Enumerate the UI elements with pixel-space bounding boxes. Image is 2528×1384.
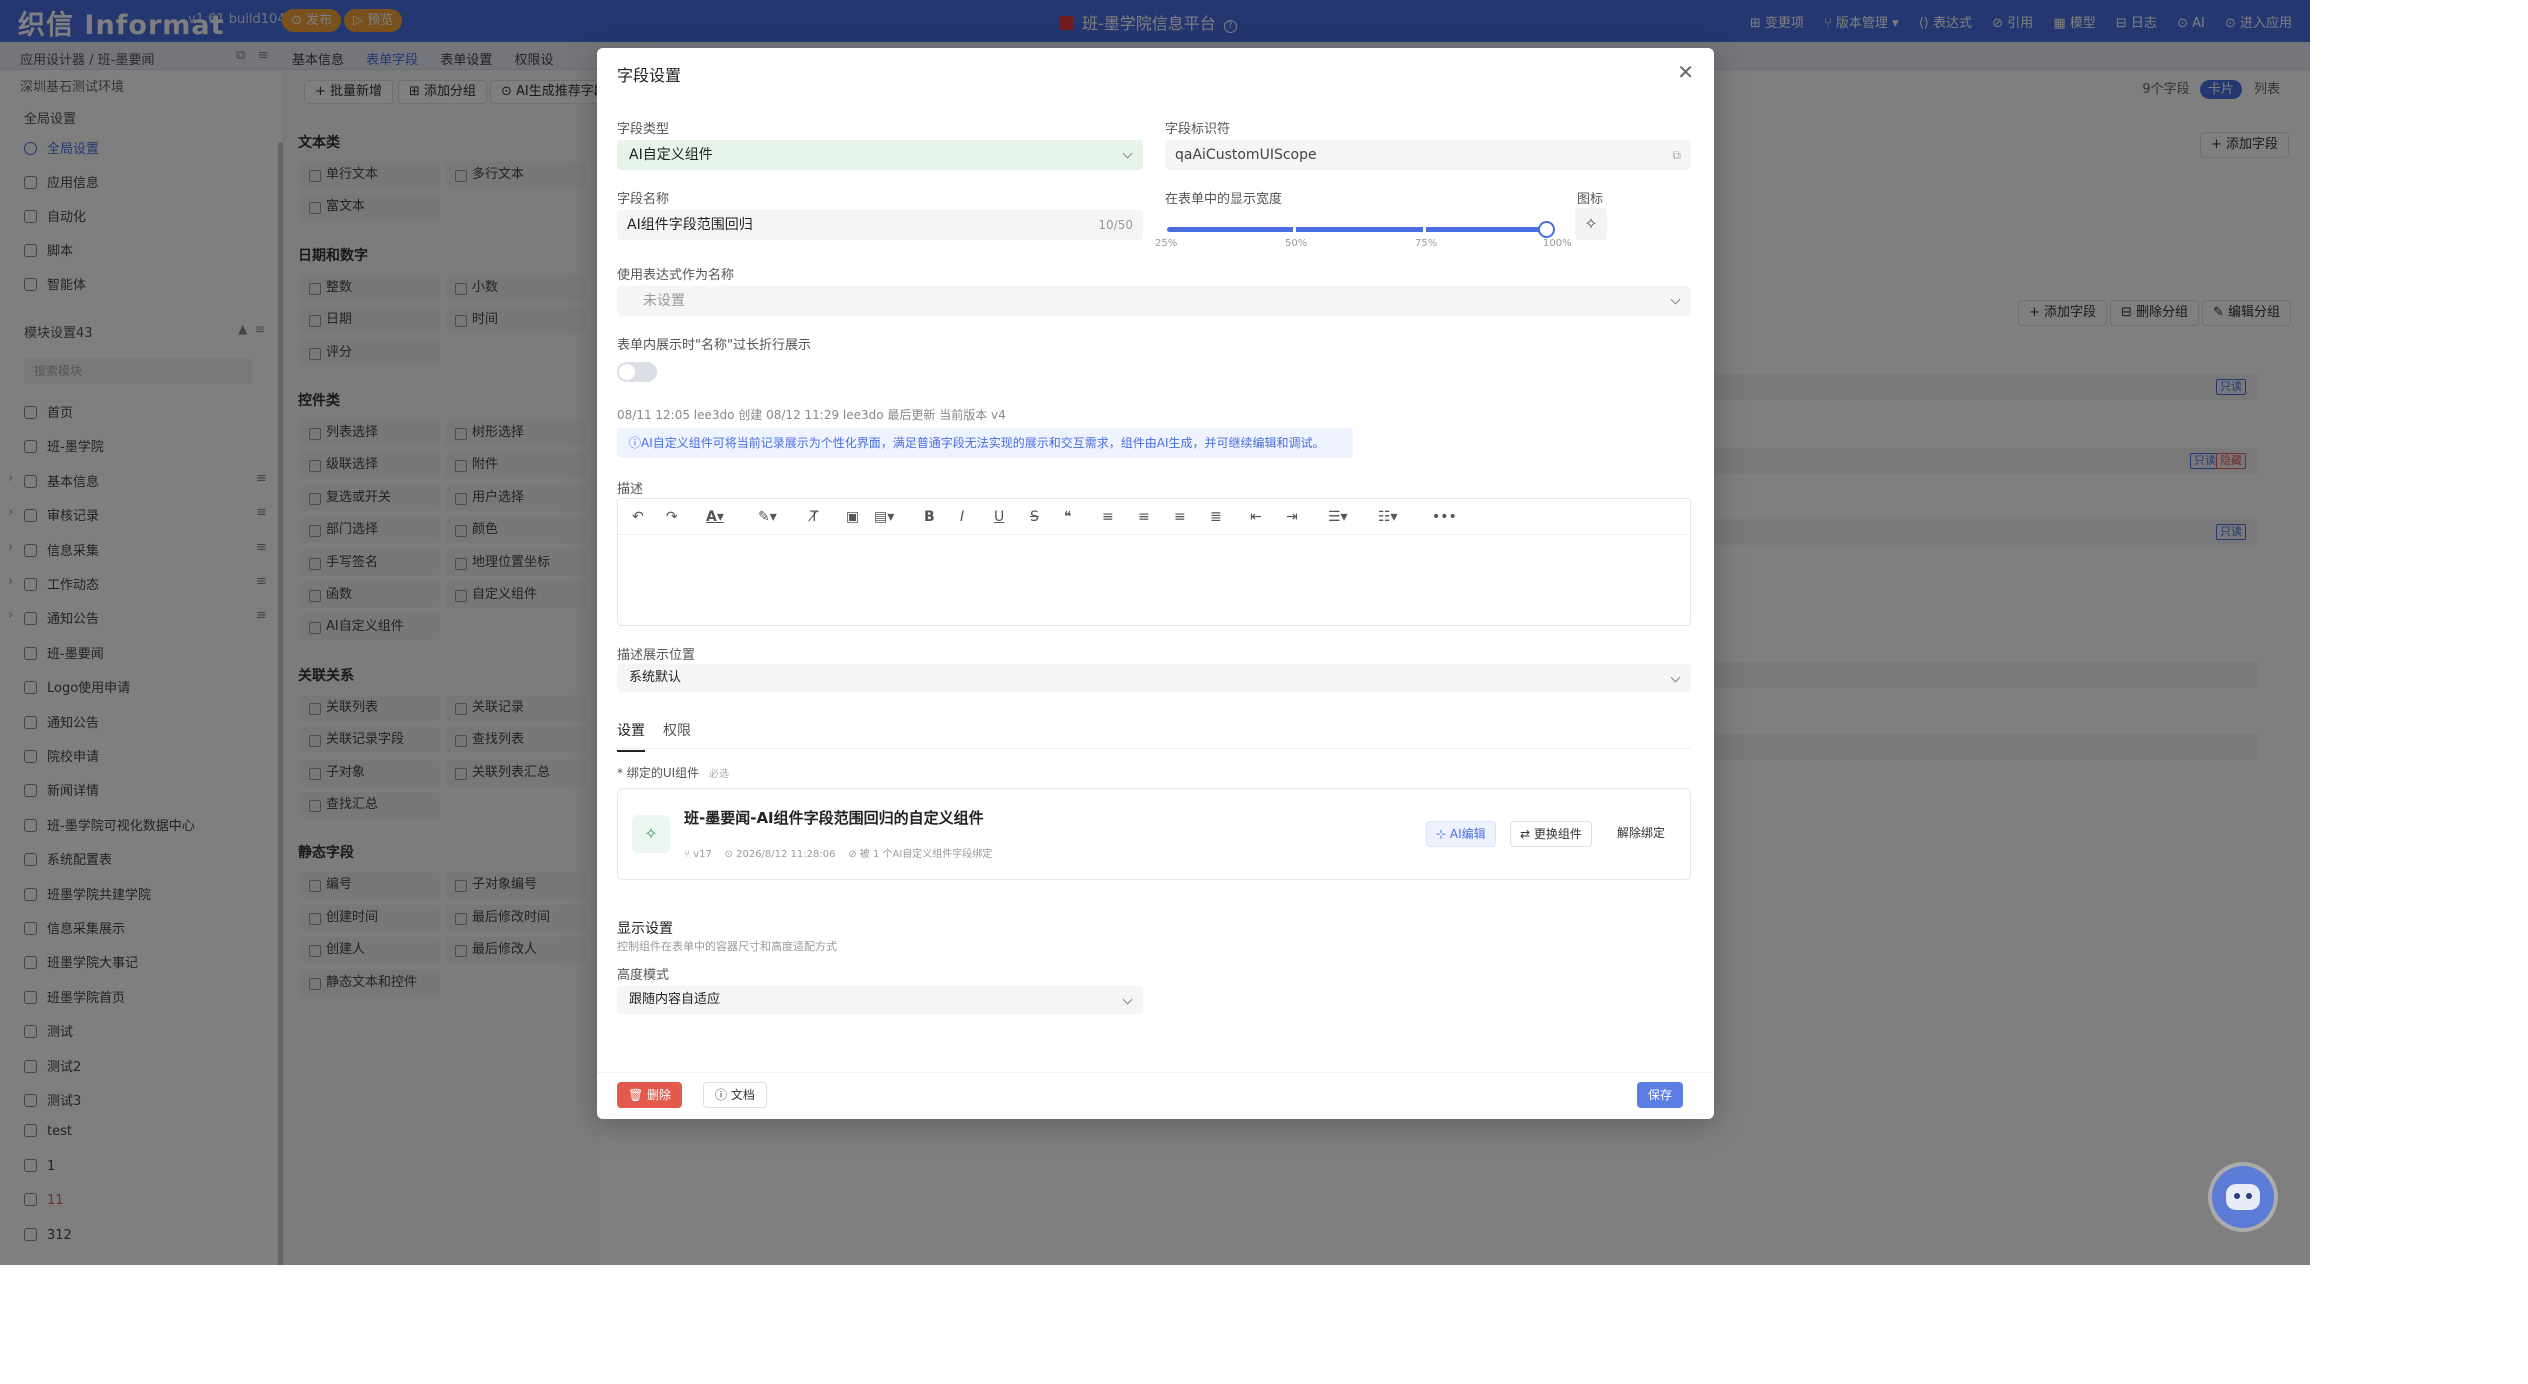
replace-component-button[interactable]: ⇄ 更换组件 bbox=[1510, 821, 1592, 847]
description-position-select[interactable]: 系统默认 bbox=[617, 664, 1691, 692]
clear-format-icon[interactable]: T̸ bbox=[810, 509, 819, 525]
field-name-label: 字段名称 bbox=[617, 192, 670, 207]
field-type-select[interactable]: AI自定义组件 bbox=[617, 140, 1143, 170]
outdent-icon[interactable]: ⇤ bbox=[1250, 509, 1262, 525]
indent-icon[interactable]: ⇥ bbox=[1286, 509, 1298, 525]
field-id-input[interactable]: qaAiCustomUIScope ⧉ bbox=[1165, 140, 1691, 170]
chevron-down-icon bbox=[1670, 294, 1681, 305]
bound-component-card: ✧ 班-墨要闻-AI组件字段范围回归的自定义组件 ⑂ v17 ⊙ 2026/8/… bbox=[617, 788, 1691, 880]
tab-permission[interactable]: 权限 bbox=[663, 720, 691, 750]
field-name-counter: 10/50 bbox=[1098, 218, 1133, 232]
field-type-value: AI自定义组件 bbox=[629, 147, 713, 163]
component-time: ⊙ 2026/8/12 11:28:06 bbox=[724, 849, 836, 860]
undo-icon[interactable]: ↶ bbox=[632, 509, 644, 525]
description-editor[interactable]: ↶ ↷ A▾ ✎▾ T̸ ▣ ▤▾ B I U S ❝ ≡ ≡ ≡ ≣ ⇤ ⇥ … bbox=[617, 498, 1691, 626]
field-name-input[interactable]: AI组件字段范围回归 10/50 bbox=[617, 210, 1143, 240]
field-id-label: 字段标识符 bbox=[1165, 122, 1231, 137]
slider-stop bbox=[1423, 225, 1426, 234]
assistant-robot-button[interactable] bbox=[2212, 1166, 2274, 1228]
width-mark-75: 75% bbox=[1415, 238, 1438, 249]
expression-value: 未设置 bbox=[643, 293, 685, 309]
component-meta: ⑂ v17 ⊙ 2026/8/12 11:28:06 ⊘ 被 1 个AI自定义组… bbox=[684, 845, 992, 860]
more-icon[interactable]: ••• bbox=[1432, 509, 1457, 525]
field-settings-dialog: 字段设置 ✕ 字段类型 AI自定义组件 字段标识符 qaAiCustomUISc… bbox=[597, 48, 1714, 1119]
sparkle-icon[interactable]: ✧ bbox=[1575, 208, 1607, 240]
chevron-down-icon bbox=[1122, 148, 1133, 159]
align-center-icon[interactable]: ≡ bbox=[1138, 509, 1150, 525]
justify-icon[interactable]: ≣ bbox=[1210, 509, 1222, 525]
expression-name-select[interactable]: 未设置 bbox=[617, 286, 1691, 316]
display-settings-subtitle: 控制组件在表单中的容器尺寸和高度适配方式 bbox=[617, 940, 837, 953]
unbind-button[interactable]: 解除绑定 bbox=[1608, 821, 1674, 847]
image-icon[interactable]: ▣ bbox=[846, 509, 859, 525]
width-slider-handle[interactable] bbox=[1538, 221, 1555, 238]
wrap-name-toggle[interactable] bbox=[617, 362, 657, 382]
save-button[interactable]: 保存 bbox=[1637, 1082, 1684, 1108]
display-settings-title: 显示设置 bbox=[617, 921, 673, 937]
icon-label: 图标 bbox=[1577, 192, 1604, 207]
strikethrough-icon[interactable]: S bbox=[1030, 509, 1039, 525]
delete-button[interactable]: 🗑 删除 bbox=[617, 1082, 683, 1108]
required-hint: 必选 bbox=[708, 769, 729, 780]
description-position-label: 描述展示位置 bbox=[617, 648, 696, 663]
chevron-down-icon bbox=[1122, 994, 1133, 1005]
field-id-value: qaAiCustomUIScope bbox=[1175, 147, 1317, 163]
field-name-value: AI组件字段范围回归 bbox=[627, 217, 753, 233]
ai-edit-button[interactable]: ⊹ AI编辑 bbox=[1426, 821, 1496, 847]
dialog-title: 字段设置 bbox=[617, 66, 682, 85]
wrap-name-label: 表单内展示时"名称"过长折行展示 bbox=[617, 338, 811, 353]
width-slider-fill bbox=[1167, 227, 1546, 232]
italic-icon[interactable]: I bbox=[960, 509, 964, 525]
footer-divider bbox=[597, 1072, 1714, 1073]
height-mode-value: 跟随内容自适应 bbox=[629, 992, 721, 1007]
quote-icon[interactable]: ❝ bbox=[1064, 509, 1072, 525]
align-left-icon[interactable]: ≡ bbox=[1102, 509, 1114, 525]
component-version: ⑂ v17 bbox=[684, 849, 712, 860]
tab-divider bbox=[617, 748, 1691, 749]
bold-icon[interactable]: B bbox=[924, 509, 935, 525]
bind-component-label-text: * 绑定的UI组件 bbox=[617, 766, 700, 780]
font-color-icon[interactable]: A▾ bbox=[706, 509, 724, 525]
description-label: 描述 bbox=[617, 482, 644, 497]
numbered-list-icon[interactable]: ☷▾ bbox=[1378, 509, 1398, 525]
table-icon[interactable]: ▤▾ bbox=[874, 509, 894, 525]
close-icon[interactable]: ✕ bbox=[1677, 60, 1694, 84]
copy-icon[interactable]: ⧉ bbox=[1672, 140, 1681, 170]
expression-name-label: 使用表达式作为名称 bbox=[617, 268, 735, 283]
chevron-down-icon bbox=[1670, 672, 1681, 683]
bind-component-label: * 绑定的UI组件 必选 bbox=[617, 764, 729, 781]
version-meta: 08/11 12:05 lee3do 创建 08/12 11:29 lee3do… bbox=[617, 408, 1006, 422]
width-slider[interactable] bbox=[1167, 221, 1555, 238]
height-mode-select[interactable]: 跟随内容自适应 bbox=[617, 986, 1143, 1014]
width-mark-50: 50% bbox=[1285, 238, 1308, 249]
bullet-list-icon[interactable]: ☰▾ bbox=[1328, 509, 1348, 525]
width-label: 在表单中的显示宽度 bbox=[1165, 192, 1283, 207]
underline-icon[interactable]: U bbox=[994, 509, 1004, 525]
field-type-label: 字段类型 bbox=[617, 122, 670, 137]
editor-toolbar: ↶ ↷ A▾ ✎▾ T̸ ▣ ▤▾ B I U S ❝ ≡ ≡ ≡ ≣ ⇤ ⇥ … bbox=[618, 499, 1690, 535]
width-mark-100: 100% bbox=[1543, 238, 1572, 249]
redo-icon[interactable]: ↷ bbox=[666, 509, 678, 525]
doc-button[interactable]: ⓘ 文档 bbox=[703, 1082, 767, 1108]
robot-icon bbox=[2226, 1184, 2260, 1210]
app-window: 织信 Informat v1.61 build1045 ⊙ 发布 ▷ 预览 班-… bbox=[0, 0, 2310, 1265]
component-binding: ⊘ 被 1 个AI自定义组件字段绑定 bbox=[848, 849, 993, 860]
width-mark-25: 25% bbox=[1155, 238, 1178, 249]
height-mode-label: 高度模式 bbox=[617, 968, 670, 983]
highlight-icon[interactable]: ✎▾ bbox=[758, 509, 777, 525]
slider-stop bbox=[1293, 225, 1296, 234]
component-title: 班-墨要闻-AI组件字段范围回归的自定义组件 bbox=[684, 809, 984, 827]
ai-component-icon: ✧ bbox=[632, 815, 670, 853]
description-position-value: 系统默认 bbox=[629, 670, 682, 685]
ai-component-notice: ⓘAI自定义组件可将当前记录展示为个性化界面，满足普通字段无法实现的展示和交互需… bbox=[617, 428, 1353, 458]
align-right-icon[interactable]: ≡ bbox=[1174, 509, 1186, 525]
